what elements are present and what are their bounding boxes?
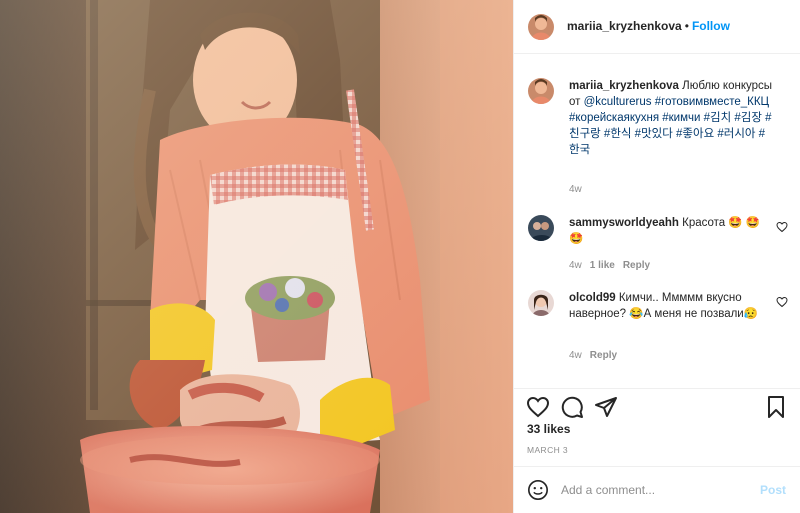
comment-meta: 4w Reply xyxy=(569,350,625,361)
comment-text: sammysworldyeahh Красота 🤩 🤩🤩 xyxy=(569,215,765,247)
caption-meta: 4w xyxy=(569,184,590,195)
emoji-icon[interactable] xyxy=(527,479,549,501)
follow-button[interactable]: Follow xyxy=(692,19,730,33)
comment-meta: 4w 1 like Reply xyxy=(569,260,658,271)
caption-mention[interactable]: @kculturerus xyxy=(584,96,652,108)
comment-time[interactable]: 4w xyxy=(569,350,582,361)
post-header: mariia_kryzhenkova • Follow xyxy=(514,0,800,54)
comment-input[interactable]: Add a comment... xyxy=(561,483,655,497)
comment-item: sammysworldyeahh Красота 🤩 🤩🤩 4w 1 like Re… xyxy=(528,215,790,275)
add-comment-bar: Add a comment... Post xyxy=(514,466,800,513)
instagram-post-view: mariia_kryzhenkova • Follow mariia_kryzhen… xyxy=(0,0,800,513)
comment-username[interactable]: olcold99 xyxy=(569,292,616,304)
bookmark-icon[interactable] xyxy=(764,395,788,419)
caption-username[interactable]: mariia_kryzhenkova xyxy=(569,80,679,92)
reply-button[interactable]: Reply xyxy=(623,260,650,271)
post-comment-button[interactable]: Post xyxy=(760,483,786,497)
post-actions-bar xyxy=(514,388,800,425)
likes-count[interactable]: 33 likes xyxy=(527,422,570,436)
comment-icon[interactable] xyxy=(560,395,584,419)
comment-text: olcold99 Кимчи.. Ммммм вкусно наверное? … xyxy=(569,290,765,322)
share-icon[interactable] xyxy=(594,395,618,419)
like-heart-icon[interactable] xyxy=(776,221,788,233)
post-side-panel: mariia_kryzhenkova • Follow mariia_kryzhen… xyxy=(513,0,800,513)
photo-woman-making-kimchi xyxy=(0,0,513,513)
author-avatar[interactable] xyxy=(528,14,554,40)
heart-icon[interactable] xyxy=(526,395,550,419)
caption-text: mariia_kryzhenkova Люблю конкурсы от @kc… xyxy=(569,78,774,158)
header-username[interactable]: mariia_kryzhenkova xyxy=(567,19,682,33)
post-photo[interactable] xyxy=(0,0,513,513)
reply-button[interactable]: Reply xyxy=(590,350,617,361)
comment-likes[interactable]: 1 like xyxy=(590,260,615,271)
avatar-image xyxy=(528,78,554,104)
avatar-image xyxy=(528,215,554,241)
commenter-avatar[interactable] xyxy=(528,215,554,241)
header-separator: • xyxy=(684,19,689,33)
comment-time[interactable]: 4w xyxy=(569,260,582,271)
avatar-image xyxy=(528,290,554,316)
caption: mariia_kryzhenkova Люблю конкурсы от @kc… xyxy=(528,78,790,198)
header-username-row: mariia_kryzhenkova • Follow xyxy=(567,19,730,33)
commenter-avatar[interactable] xyxy=(528,290,554,316)
comment-username[interactable]: sammysworldyeahh xyxy=(569,217,679,229)
comment-item: olcold99 Кимчи.. Ммммм вкусно наверное? … xyxy=(528,290,790,370)
like-heart-icon[interactable] xyxy=(776,296,788,308)
post-date[interactable]: MARCH 3 xyxy=(527,445,568,455)
caption-avatar[interactable] xyxy=(528,78,554,104)
caption-time[interactable]: 4w xyxy=(569,184,582,195)
avatar-image xyxy=(528,14,554,40)
